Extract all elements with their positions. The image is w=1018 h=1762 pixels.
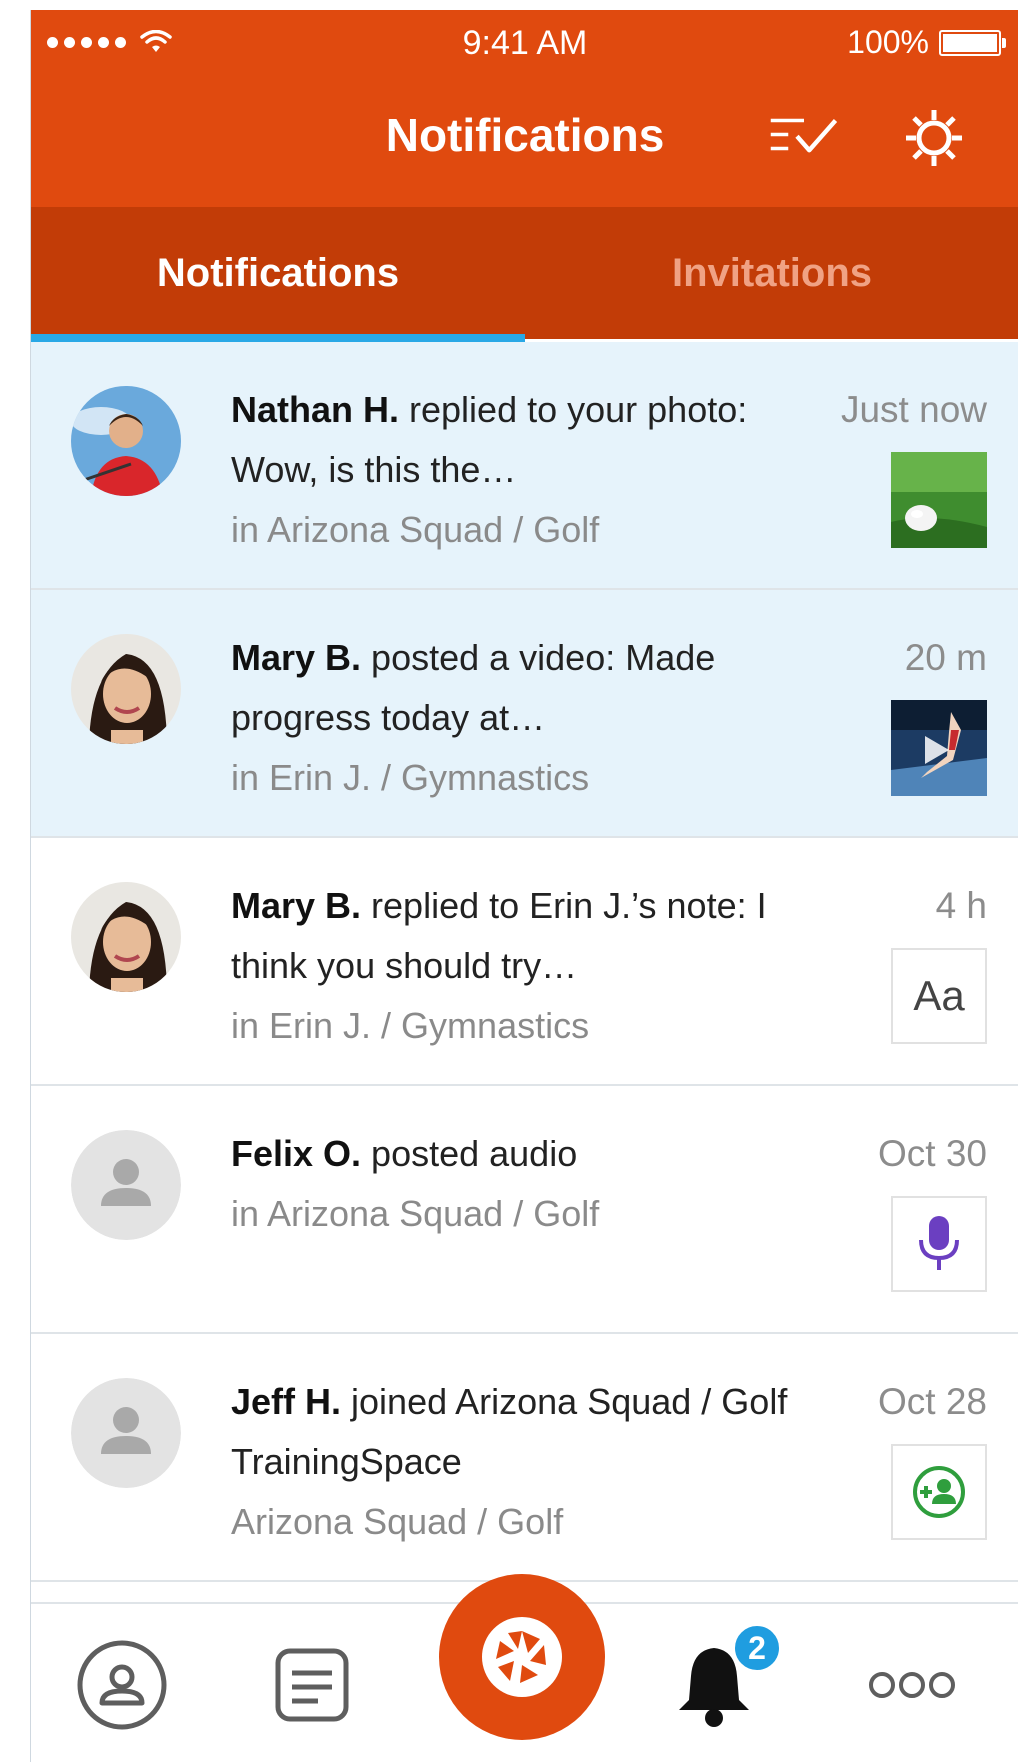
sender-name: Mary B. xyxy=(231,885,362,926)
avatar-placeholder xyxy=(71,1378,181,1488)
gear-icon xyxy=(906,110,962,166)
notification-text: Felix O. posted audio in Arizona Squad /… xyxy=(231,1124,791,1244)
battery-indicator: 100% xyxy=(847,24,1006,61)
text-note-icon: Aa xyxy=(913,972,965,1019)
note-thumbnail[interactable]: Aa xyxy=(891,948,987,1044)
microphone-icon xyxy=(919,1216,959,1270)
sender-name: Nathan H. xyxy=(231,389,400,430)
notification-group: in Arizona Squad / Golf xyxy=(231,509,600,550)
notification-text: Mary B. posted a video: Made progress to… xyxy=(231,628,791,808)
notification-time: 4 h xyxy=(935,885,987,926)
battery-percent: 100% xyxy=(847,24,929,60)
notification-message: posted audio xyxy=(361,1133,578,1174)
active-tab-indicator xyxy=(31,334,525,342)
video-thumbnail[interactable] xyxy=(891,700,987,796)
page-title: Notifications xyxy=(385,109,665,161)
settings-button[interactable] xyxy=(899,106,969,170)
notification-time: Oct 28 xyxy=(878,1381,987,1422)
notification-text: Nathan H. replied to your photo: Wow, is… xyxy=(231,380,791,560)
avatar xyxy=(71,386,181,496)
photo-thumbnail[interactable] xyxy=(891,452,987,548)
notification-time: Just now xyxy=(840,389,987,430)
audio-thumbnail[interactable] xyxy=(891,1196,987,1292)
notification-item[interactable]: Mary B. posted a video: Made progress to… xyxy=(31,590,1018,838)
nav-feed-button[interactable] xyxy=(257,1630,367,1740)
mark-all-read-icon xyxy=(770,118,838,153)
notification-text: Mary B. replied to Erin J.’s note: I thi… xyxy=(231,876,791,1056)
notification-count-badge: 2 xyxy=(731,1622,783,1674)
status-bar: 9:41 AM 100% xyxy=(31,10,1018,74)
join-thumbnail[interactable] xyxy=(891,1444,987,1540)
camera-icon xyxy=(482,1617,562,1697)
notification-item[interactable]: Jeff H. joined Arizona Squad / Golf Trai… xyxy=(31,1334,1018,1582)
avatar-placeholder xyxy=(71,1130,181,1240)
profile-icon xyxy=(77,1640,167,1730)
notification-item[interactable]: Felix O. posted audio in Arizona Squad /… xyxy=(31,1086,1018,1334)
more-icon xyxy=(869,1672,955,1698)
camera-button[interactable] xyxy=(439,1574,605,1740)
avatar xyxy=(71,634,181,744)
notification-time: 20 m xyxy=(904,637,987,678)
tab-invitations[interactable]: Invitations xyxy=(525,207,1018,339)
notification-list: Nathan H. replied to your photo: Wow, is… xyxy=(31,342,1018,1582)
add-member-icon xyxy=(913,1466,965,1518)
top-bar: 9:41 AM 100% Notifications xyxy=(31,10,1018,207)
notification-item[interactable]: Nathan H. replied to your photo: Wow, is… xyxy=(31,342,1018,590)
feed-icon xyxy=(275,1648,349,1722)
notification-time: Oct 30 xyxy=(878,1133,987,1174)
tab-notifications[interactable]: Notifications xyxy=(31,207,525,339)
mark-all-read-button[interactable] xyxy=(769,106,839,170)
notification-group: in Arizona Squad / Golf xyxy=(231,1193,600,1234)
avatar xyxy=(71,882,181,992)
sender-name: Felix O. xyxy=(231,1133,362,1174)
sender-name: Jeff H. xyxy=(231,1381,342,1422)
app-screen: 9:41 AM 100% Notifications Notifications… xyxy=(30,10,1018,1762)
bottom-nav: 2 xyxy=(31,1574,1018,1762)
sender-name: Mary B. xyxy=(231,637,362,678)
notification-group: in Erin J. / Gymnastics xyxy=(231,757,590,798)
nav-more-button[interactable] xyxy=(857,1630,967,1740)
notification-item[interactable]: Mary B. replied to Erin J.’s note: I thi… xyxy=(31,838,1018,1086)
notification-text: Jeff H. joined Arizona Squad / Golf Trai… xyxy=(231,1372,791,1552)
notification-group: Arizona Squad / Golf xyxy=(231,1501,564,1542)
tab-bar: Notifications Invitations xyxy=(31,207,1018,339)
battery-icon xyxy=(939,29,1006,56)
nav-profile-button[interactable] xyxy=(67,1630,177,1740)
notification-group: in Erin J. / Gymnastics xyxy=(231,1005,590,1046)
